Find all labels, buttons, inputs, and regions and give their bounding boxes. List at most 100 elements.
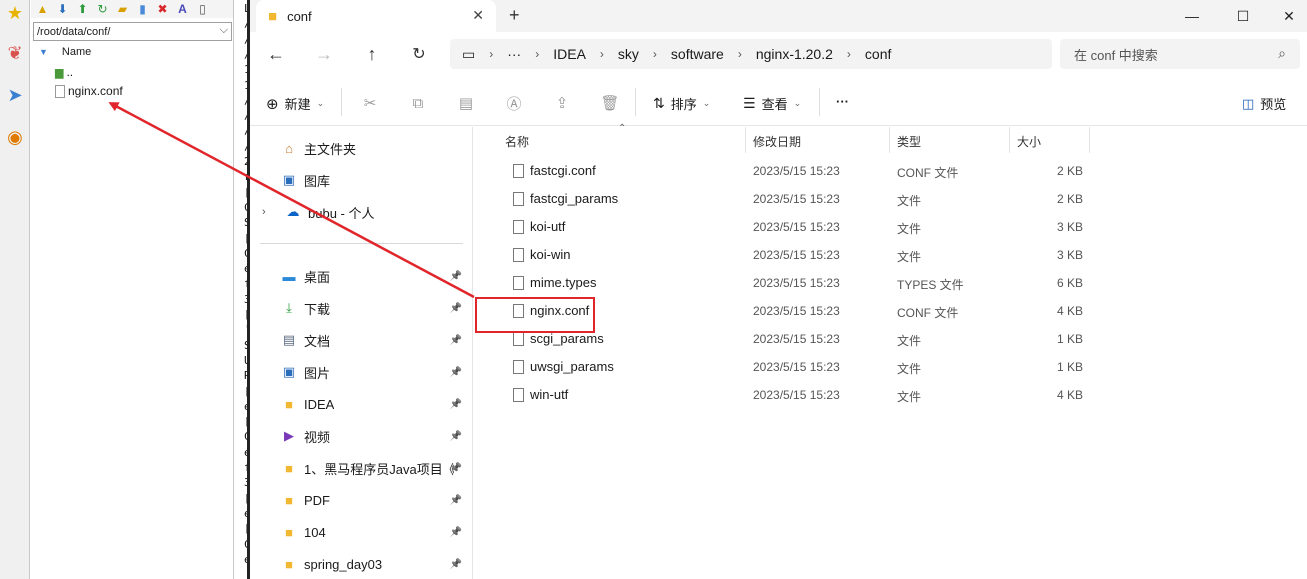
close-icon[interactable]: ✕ — [472, 7, 484, 24]
pin-icon[interactable]: 📌 — [450, 271, 462, 282]
nav-item-quick-access[interactable]: ■ PDF 📌 — [280, 490, 472, 510]
column-divider[interactable] — [889, 127, 890, 153]
breadcrumb-item-idea[interactable]: IDEA — [553, 46, 586, 62]
new-file-icon[interactable]: ▮ — [134, 1, 151, 17]
folder-up-icon[interactable]: ▲ — [34, 1, 51, 17]
globe-icon[interactable]: ◉ — [3, 124, 27, 150]
share-icon[interactable]: ⇪ — [551, 93, 573, 113]
sftp-parent-dir[interactable]: ▆ .. — [55, 65, 73, 79]
breadcrumb-item-sky[interactable]: sky — [618, 46, 639, 62]
breadcrumb-item-software[interactable]: software — [671, 46, 724, 62]
pin-icon[interactable]: 📌 — [450, 399, 462, 410]
sftp-file-nginx-conf[interactable]: nginx.conf — [55, 84, 123, 98]
column-header-size[interactable]: 大小 — [1017, 133, 1041, 150]
refresh-icon[interactable]: ↻ — [94, 1, 111, 17]
delete-icon[interactable]: 🗑 — [599, 93, 621, 113]
tab-conf[interactable]: ■ conf ✕ — [256, 0, 496, 32]
tab-title: conf — [287, 8, 312, 24]
search-input[interactable]: 在 conf 中搜索 ⌕ — [1060, 39, 1300, 69]
sftp-name-column[interactable]: Name — [62, 46, 91, 58]
star-icon[interactable]: ★ — [3, 0, 27, 26]
nav-item-onedrive[interactable]: › ☁ bubu - 个人 — [262, 202, 374, 222]
nav-item-quick-access[interactable]: ▬ 桌面 📌 — [280, 266, 472, 286]
pin-icon[interactable]: 📌 — [450, 463, 462, 474]
file-row[interactable]: fastcgi.conf 2023/5/15 15:23 CONF 文件 2 KB — [473, 157, 1093, 185]
nav-item-quick-access[interactable]: ▤ 文档 📌 — [280, 330, 472, 350]
file-size: 4 KB — [1056, 388, 1083, 402]
new-tab-plus-icon[interactable]: + — [509, 5, 520, 26]
pin-icon[interactable]: 📌 — [450, 559, 462, 570]
nav-item-quick-access[interactable]: ⤓ 下载 📌 — [280, 298, 472, 318]
download-icon[interactable]: ⬇ — [54, 1, 71, 17]
nav-item-quick-access[interactable]: ■ 104 📌 — [280, 522, 472, 542]
breadcrumb[interactable]: ▭ › ··· › IDEA › sky › software › nginx-… — [450, 39, 1052, 69]
new-folder-icon[interactable]: ▰ — [114, 1, 131, 17]
column-divider[interactable] — [745, 127, 746, 153]
chevron-right-icon[interactable]: › — [847, 47, 851, 61]
more-options-button[interactable]: ··· — [836, 94, 849, 109]
breadcrumb-item-nginx[interactable]: nginx-1.20.2 — [756, 46, 833, 62]
view-button[interactable]: ☰ 查看 ⌄ — [743, 94, 801, 113]
cut-icon[interactable]: ✂ — [359, 93, 381, 113]
close-window-icon[interactable]: ✕ — [1266, 0, 1307, 32]
sftp-column-header: ▼ Name — [39, 46, 91, 58]
sort-button[interactable]: ⇅ 排序 ⌄ — [653, 94, 710, 113]
pin-icon[interactable]: 📌 — [450, 335, 462, 346]
chevron-right-icon[interactable]: › — [262, 206, 272, 218]
nav-item-home[interactable]: ⌂ 主文件夹 — [280, 138, 356, 158]
column-header-type[interactable]: 类型 — [897, 133, 921, 150]
collapse-triangle-icon[interactable]: ▼ — [39, 47, 48, 57]
file-row[interactable]: win-utf 2023/5/15 15:23 文件 4 KB — [473, 381, 1093, 409]
paste-icon[interactable]: ▤ — [455, 93, 477, 113]
column-header-name[interactable]: 名称 — [505, 133, 529, 150]
sftp-path-combobox[interactable]: /root/data/conf/ ⌵ — [33, 22, 232, 41]
delete-icon[interactable]: ✖ — [154, 1, 171, 17]
pin-icon[interactable]: 📌 — [450, 367, 462, 378]
send-icon[interactable]: ➤ — [3, 82, 27, 108]
minimize-icon[interactable]: — — [1169, 0, 1215, 32]
chevron-right-icon[interactable]: › — [535, 47, 539, 61]
maximize-icon[interactable]: ☐ — [1220, 0, 1266, 32]
nav-item-quick-access[interactable]: ■ 1、黑马程序员Java项目《苍 📌 — [280, 458, 472, 478]
file-row[interactable]: koi-win 2023/5/15 15:23 文件 3 KB — [473, 241, 1093, 269]
properties-icon[interactable]: ▯ — [194, 1, 211, 17]
nav-item-quick-access[interactable]: ▶ 视频 📌 — [280, 426, 472, 446]
chevron-right-icon[interactable]: › — [600, 47, 604, 61]
file-row[interactable]: koi-utf 2023/5/15 15:23 文件 3 KB — [473, 213, 1093, 241]
rename-icon[interactable]: Ⓐ — [503, 93, 525, 113]
column-header-date[interactable]: 修改日期 — [753, 133, 801, 150]
new-button[interactable]: ⊕ 新建 ⌄ — [266, 94, 324, 113]
file-name: fastcgi.conf — [530, 163, 596, 178]
breadcrumb-more[interactable]: ··· — [507, 46, 521, 62]
upload-icon[interactable]: ⬆ — [74, 1, 91, 17]
copy-icon[interactable]: ⧉ — [407, 93, 429, 113]
preview-button[interactable]: ◫ 预览 — [1242, 94, 1286, 113]
file-row[interactable]: mime.types 2023/5/15 15:23 TYPES 文件 6 KB — [473, 269, 1093, 297]
column-divider[interactable] — [1089, 127, 1090, 153]
chevron-right-icon[interactable]: › — [653, 47, 657, 61]
search-icon[interactable]: ⌕ — [1278, 45, 1286, 62]
up-arrow-icon[interactable]: ↑ — [358, 42, 386, 66]
pin-icon[interactable]: 📌 — [450, 431, 462, 442]
pin-icon[interactable]: 📌 — [450, 303, 462, 314]
file-row[interactable]: uwsgi_params 2023/5/15 15:23 文件 1 KB — [473, 353, 1093, 381]
column-divider[interactable] — [1009, 127, 1010, 153]
nav-item-gallery[interactable]: ▣ 图库 — [280, 170, 330, 190]
nav-item-quick-access[interactable]: ■ spring_day03 📌 — [280, 554, 472, 574]
refresh-icon[interactable]: ↻ — [405, 42, 433, 66]
rename-icon[interactable]: A — [174, 1, 191, 17]
file-size: 1 KB — [1056, 332, 1083, 346]
chevron-right-icon[interactable]: › — [489, 47, 493, 61]
back-arrow-icon[interactable]: ← — [262, 42, 290, 66]
file-row[interactable]: fastcgi_params 2023/5/15 15:23 文件 2 KB — [473, 185, 1093, 213]
thermometer-icon[interactable]: ❦ — [3, 40, 27, 66]
forward-arrow-icon[interactable]: → — [310, 42, 338, 66]
pin-icon[interactable]: 📌 — [450, 495, 462, 506]
breadcrumb-item-conf[interactable]: conf — [865, 46, 891, 62]
chevron-right-icon[interactable]: › — [738, 47, 742, 61]
pin-icon[interactable]: 📌 — [450, 527, 462, 538]
nav-item-quick-access[interactable]: ▣ 图片 📌 — [280, 362, 472, 382]
chevron-down-icon[interactable]: ⌵ — [220, 24, 228, 37]
monitor-icon[interactable]: ▭ — [462, 46, 475, 63]
nav-item-quick-access[interactable]: ■ IDEA 📌 — [280, 394, 472, 414]
